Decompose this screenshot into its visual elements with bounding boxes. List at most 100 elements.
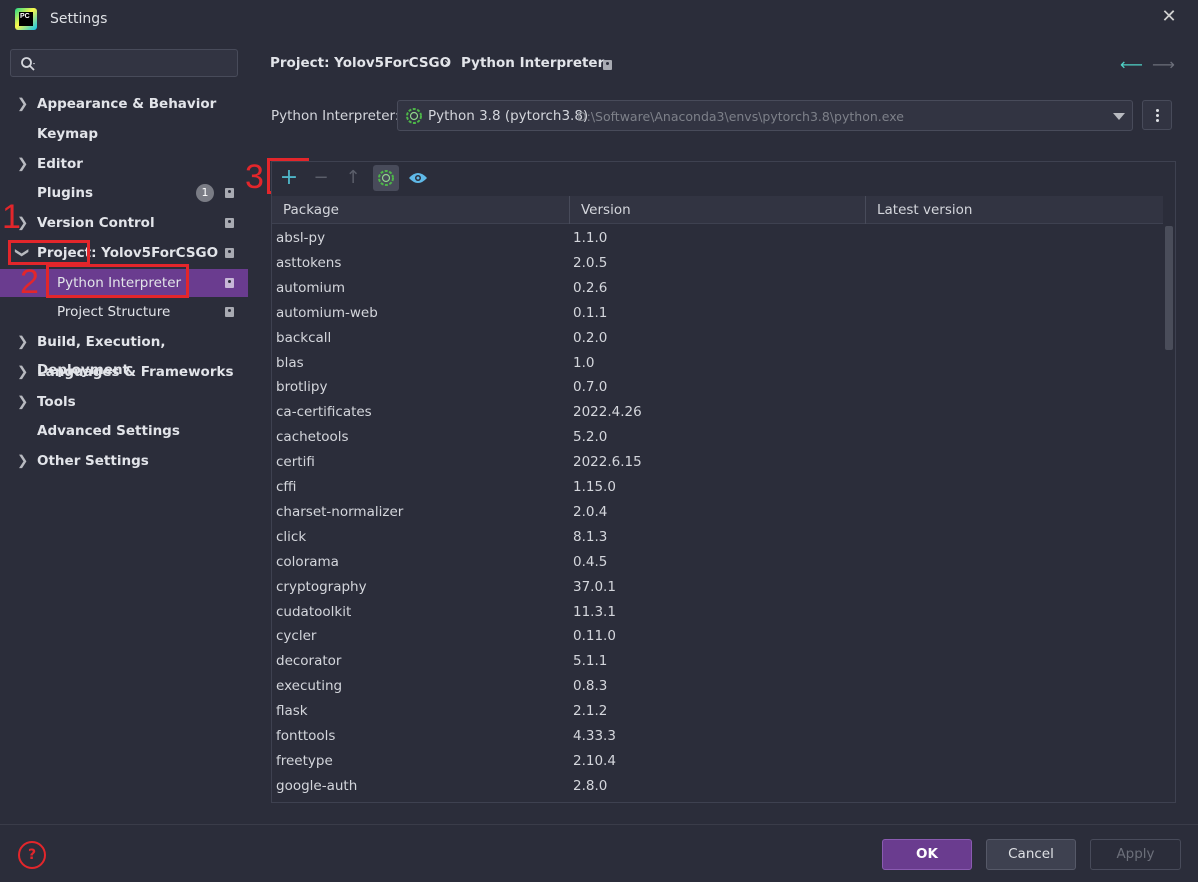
vertical-scrollbar[interactable] xyxy=(1165,226,1173,350)
help-button[interactable]: ? xyxy=(18,841,46,869)
upgrade-package-button[interactable]: ↑ xyxy=(340,165,366,191)
package-version-cell: 0.8.3 xyxy=(573,678,608,695)
package-version-cell: 1.1.0 xyxy=(573,230,608,246)
table-row[interactable]: cachetools 5.2.0 xyxy=(272,425,1163,450)
column-header-package[interactable]: Package xyxy=(272,196,570,224)
table-row[interactable]: colorama 0.4.5 xyxy=(272,550,1163,575)
pycharm-logo-icon: PC xyxy=(15,8,37,30)
table-row[interactable]: freetype 2.10.4 xyxy=(272,749,1163,774)
sidebar-item-editor[interactable]: ❯ Editor xyxy=(0,150,248,178)
interpreter-select[interactable]: Python 3.8 (pytorch3.8) D:\Software\Anac… xyxy=(397,100,1133,131)
chevron-right-icon[interactable]: ❯ xyxy=(17,90,29,118)
chevron-right-icon[interactable]: ❯ xyxy=(17,388,29,416)
sidebar-item-version-control[interactable]: ❯ Version Control xyxy=(0,209,248,237)
chevron-right-icon[interactable]: ❯ xyxy=(17,150,29,178)
table-row[interactable]: blas 1.0 xyxy=(272,351,1163,376)
sidebar-item-label: Keymap xyxy=(37,126,99,142)
apply-button[interactable]: Apply xyxy=(1090,839,1181,870)
package-name-cell: flask xyxy=(276,703,308,720)
package-name-cell: freetype xyxy=(276,752,333,769)
package-name-cell: fonttools xyxy=(276,728,336,744)
sidebar-item-build[interactable]: ❯ Build, Execution, Deployment xyxy=(0,328,248,378)
sidebar-item-tools[interactable]: ❯ Tools xyxy=(0,388,248,416)
window-title: Settings xyxy=(50,11,108,27)
conda-icon xyxy=(378,170,394,186)
table-row[interactable]: automium 0.2.6 xyxy=(272,276,1163,301)
annotation-number-3: 3 xyxy=(245,158,264,196)
table-row[interactable]: certifi 2022.6.15 xyxy=(272,450,1163,475)
table-row[interactable]: flask 2.1.2 xyxy=(272,699,1163,724)
package-version-cell: 0.11.0 xyxy=(573,628,616,645)
table-row[interactable]: cryptography 37.0.1 xyxy=(272,575,1163,600)
sidebar-item-languages[interactable]: ❯ Languages & Frameworks xyxy=(0,358,248,386)
ok-button[interactable]: OK xyxy=(882,839,972,870)
table-row[interactable]: cffi 1.15.0 xyxy=(272,475,1163,500)
back-arrow-icon[interactable]: ⟵ xyxy=(1120,55,1143,74)
project-scope-icon xyxy=(225,248,234,258)
package-name-cell: charset-normalizer xyxy=(276,503,404,520)
package-name-cell: cycler xyxy=(276,628,317,645)
dot xyxy=(1156,114,1159,117)
package-version-cell: 1.15.0 xyxy=(573,479,616,495)
package-name-cell: asttokens xyxy=(276,254,342,271)
table-row[interactable]: click 8.1.3 xyxy=(272,525,1163,550)
breadcrumb-current-page: Python Interpreter xyxy=(461,55,605,71)
footer-divider xyxy=(0,824,1198,825)
project-scope-icon xyxy=(603,60,612,70)
package-name-cell: brotlipy xyxy=(276,379,328,396)
sidebar-item-keymap[interactable]: Keymap xyxy=(0,120,248,148)
remove-package-button[interactable]: − xyxy=(308,165,334,191)
annotation-box-1 xyxy=(8,240,90,265)
package-name-cell: cffi xyxy=(276,479,297,495)
sidebar-item-label: Appearance & Behavior xyxy=(37,96,217,112)
package-version-cell: 0.7.0 xyxy=(573,379,608,396)
package-version-cell: 1.0 xyxy=(573,354,595,371)
cancel-button[interactable]: Cancel xyxy=(986,839,1076,870)
sidebar-item-plugins[interactable]: Plugins 1 xyxy=(0,179,248,207)
package-version-cell: 2.0.5 xyxy=(573,254,608,271)
table-row[interactable]: brotlipy 0.7.0 xyxy=(272,375,1163,400)
close-icon[interactable]: ✕ xyxy=(1160,6,1178,28)
table-row[interactable]: decorator 5.1.1 xyxy=(272,649,1163,674)
add-package-button[interactable]: + xyxy=(276,165,302,191)
column-header-version[interactable]: Version xyxy=(570,196,866,224)
show-early-releases-toggle[interactable] xyxy=(405,165,431,191)
settings-sidebar: ❯ Appearance & Behavior Keymap ❯ Editor … xyxy=(0,38,248,824)
sidebar-item-label: Other Settings xyxy=(37,453,149,469)
column-header-latest-version[interactable]: Latest version xyxy=(866,196,1163,224)
sidebar-item-other[interactable]: ❯ Other Settings xyxy=(0,447,248,475)
table-row[interactable]: executing 0.8.3 xyxy=(272,674,1163,699)
forward-arrow-icon[interactable]: ⟶ xyxy=(1152,55,1175,74)
package-version-cell: 11.3.1 xyxy=(573,603,616,620)
table-row[interactable]: charset-normalizer 2.0.4 xyxy=(272,500,1163,525)
table-row[interactable]: ca-certificates 2022.4.26 xyxy=(272,400,1163,425)
use-conda-toggle[interactable] xyxy=(373,165,399,191)
interpreter-name: Python 3.8 (pytorch3.8) xyxy=(428,108,589,124)
chevron-right-icon[interactable]: ❯ xyxy=(17,358,29,386)
sidebar-item-label: Version Control xyxy=(37,215,155,231)
table-row[interactable]: cudatoolkit 11.3.1 xyxy=(272,600,1163,625)
breadcrumb-project[interactable]: Project: Yolov5ForCSGO xyxy=(270,55,451,71)
table-row[interactable]: backcall 0.2.0 xyxy=(272,326,1163,351)
package-name-cell: colorama xyxy=(276,553,339,570)
table-row[interactable]: asttokens 2.0.5 xyxy=(272,251,1163,276)
table-row[interactable]: fonttools 4.33.3 xyxy=(272,724,1163,749)
sidebar-item-label: Advanced Settings xyxy=(37,423,180,439)
settings-search-input[interactable] xyxy=(10,49,238,77)
table-row[interactable]: google-auth 2.8.0 xyxy=(272,774,1163,799)
package-name-cell: automium xyxy=(276,279,345,296)
table-row[interactable]: automium-web 0.1.1 xyxy=(272,301,1163,326)
table-row[interactable]: cycler 0.11.0 xyxy=(272,624,1163,649)
project-scope-icon xyxy=(225,307,234,317)
table-row[interactable]: absl-py 1.1.0 xyxy=(272,226,1163,251)
interpreter-more-button[interactable] xyxy=(1142,100,1172,130)
sidebar-item-appearance[interactable]: ❯ Appearance & Behavior xyxy=(0,90,248,118)
package-version-cell: 2.8.0 xyxy=(573,777,608,794)
sidebar-item-label: Tools xyxy=(37,394,76,410)
chevron-right-icon[interactable]: ❯ xyxy=(17,328,29,356)
sidebar-item-project-structure[interactable]: Project Structure xyxy=(0,298,248,326)
sidebar-item-advanced[interactable]: Advanced Settings xyxy=(0,417,248,445)
packages-table-header: Package Version Latest version xyxy=(272,196,1163,224)
chevron-right-icon[interactable]: ❯ xyxy=(17,447,29,475)
chevron-down-icon[interactable] xyxy=(1113,113,1125,120)
